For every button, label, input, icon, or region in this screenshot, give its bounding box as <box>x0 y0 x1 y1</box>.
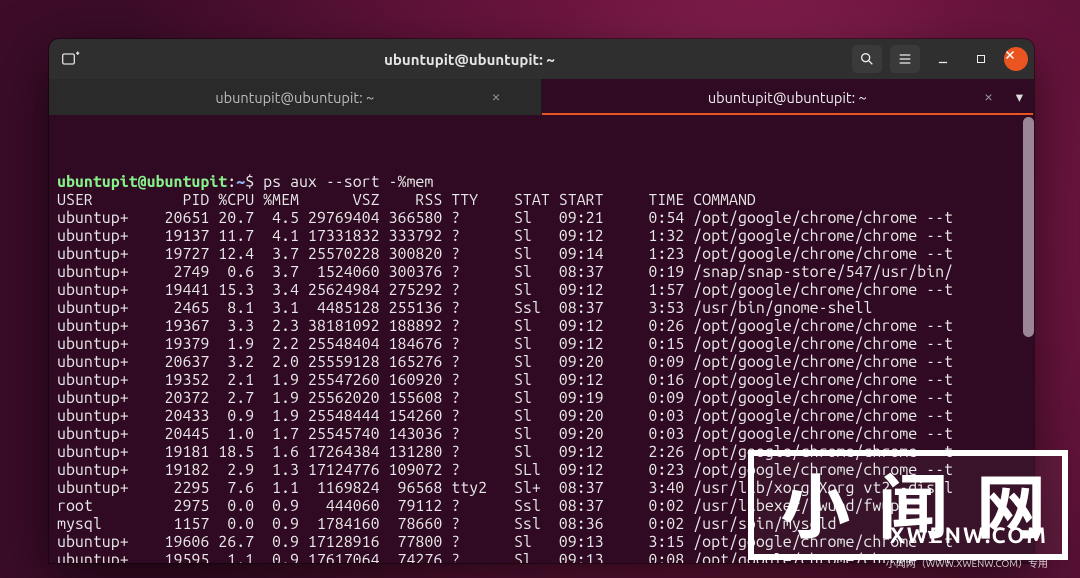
tabs-bar: ubuntupit@ubuntupit: ~ × ubuntupit@ubunt… <box>49 79 1034 115</box>
ps-row: ubuntup+ 20372 2.7 1.9 25562020 155608 ?… <box>57 389 1026 407</box>
tab-label: ubuntupit@ubuntupit: ~ <box>708 89 867 106</box>
ps-row: ubuntup+ 20445 1.0 1.7 25545740 143036 ?… <box>57 425 1026 443</box>
ps-row: ubuntup+ 20651 20.7 4.5 29769404 366580 … <box>57 209 1026 227</box>
tab-1[interactable]: ubuntupit@ubuntupit: ~ × ▾ <box>542 79 1035 115</box>
ps-row: mysql 1157 0.0 0.9 1784160 78660 ? Ssl 0… <box>57 515 1026 533</box>
window-title: ubuntupit@ubuntupit: ~ <box>87 51 852 68</box>
ps-row: ubuntup+ 19441 15.3 3.4 25624984 275292 … <box>57 281 1026 299</box>
scrollbar[interactable] <box>1023 117 1034 337</box>
close-tab-icon[interactable]: × <box>984 88 993 106</box>
new-tab-button[interactable] <box>55 45 87 73</box>
ps-row: ubuntup+ 19727 12.4 3.7 25570228 300820 … <box>57 245 1026 263</box>
ps-row: ubuntup+ 20433 0.9 1.9 25548444 154260 ?… <box>57 407 1026 425</box>
ps-row: ubuntup+ 19352 2.1 1.9 25547260 160920 ?… <box>57 371 1026 389</box>
tab-menu-icon[interactable]: ▾ <box>1016 88 1023 106</box>
minimize-button[interactable] <box>928 45 958 73</box>
ps-row: root 2975 0.0 0.9 444060 79112 ? Ssl 08:… <box>57 497 1026 515</box>
ps-row: ubuntup+ 20637 3.2 2.0 25559128 165276 ?… <box>57 353 1026 371</box>
ps-row: ubuntup+ 19137 11.7 4.1 17331832 333792 … <box>57 227 1026 245</box>
ps-row: ubuntup+ 19595 1.1 0.9 17617064 74276 ? … <box>57 551 1026 563</box>
ps-row: ubuntup+ 19182 2.9 1.3 17124776 109072 ?… <box>57 461 1026 479</box>
tab-0[interactable]: ubuntupit@ubuntupit: ~ × <box>49 79 542 115</box>
ps-row: ubuntup+ 2465 8.1 3.1 4485128 255136 ? S… <box>57 299 1026 317</box>
tab-label: ubuntupit@ubuntupit: ~ <box>215 89 374 106</box>
ps-row: ubuntup+ 19367 3.3 2.3 38181092 188892 ?… <box>57 317 1026 335</box>
ps-row: ubuntup+ 19379 1.9 2.2 25548404 184676 ?… <box>57 335 1026 353</box>
ps-header: USER PID %CPU %MEM VSZ RSS TTY STAT STAR… <box>57 191 1026 209</box>
titlebar: ubuntupit@ubuntupit: ~ <box>49 39 1034 79</box>
search-button[interactable] <box>852 45 882 73</box>
maximize-button[interactable] <box>966 45 996 73</box>
ps-row: ubuntup+ 2749 0.6 3.7 1524060 300376 ? S… <box>57 263 1026 281</box>
terminal-window: ubuntupit@ubuntupit: ~ ubuntupit@ubuntup… <box>49 39 1034 563</box>
terminal-body[interactable]: ubuntupit@ubuntupit:~$ ps aux --sort -%m… <box>49 115 1034 563</box>
close-tab-icon[interactable]: × <box>491 88 500 106</box>
close-button[interactable] <box>1004 47 1028 71</box>
ps-row: ubuntup+ 2295 7.6 1.1 1169824 96568 tty2… <box>57 479 1026 497</box>
ps-row: ubuntup+ 19606 26.7 0.9 17128916 77800 ?… <box>57 533 1026 551</box>
ps-row: ubuntup+ 19181 18.5 1.6 17264384 131280 … <box>57 443 1026 461</box>
prompt-line: ubuntupit@ubuntupit:~$ ps aux --sort -%m… <box>57 173 1026 191</box>
menu-button[interactable] <box>890 45 920 73</box>
